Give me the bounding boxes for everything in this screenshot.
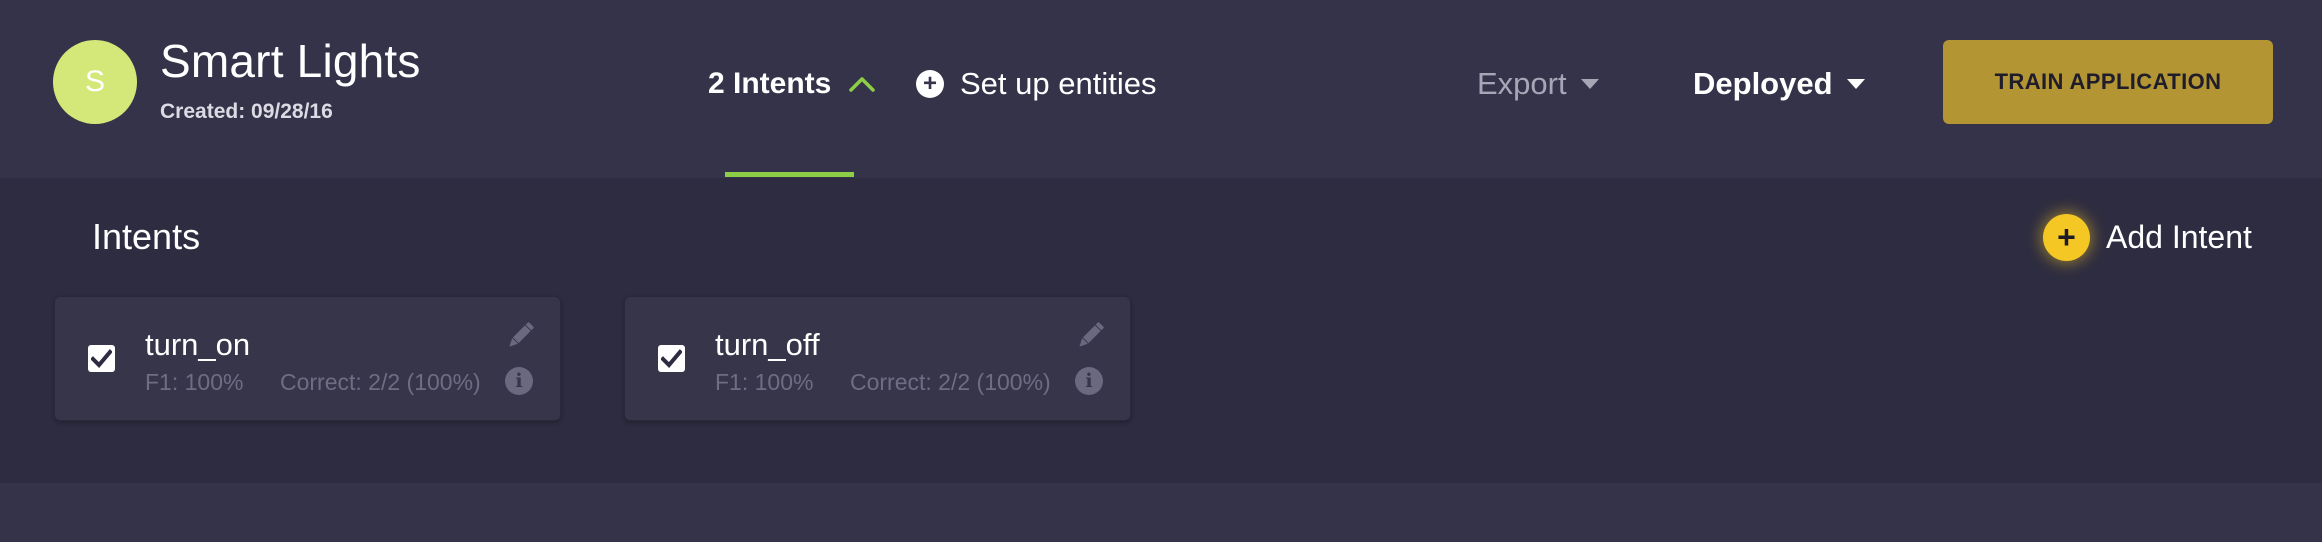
intent-checkbox[interactable] xyxy=(658,345,685,372)
export-label: Export xyxy=(1477,66,1567,101)
avatar-letter: S xyxy=(84,65,105,98)
pencil-icon[interactable] xyxy=(505,321,535,351)
train-application-button[interactable]: TRAIN APPLICATION xyxy=(1943,40,2273,124)
tab-intents-label: 2 Intents xyxy=(708,67,832,100)
intent-f1-score: F1: 100% xyxy=(145,369,244,395)
footer-band xyxy=(0,483,2322,542)
plus-circle-icon: + xyxy=(2043,213,2090,261)
avatar: S xyxy=(53,40,137,124)
section-title: Intents xyxy=(92,216,201,257)
intent-card[interactable]: turn_on F1: 100% Correct: 2/2 (100%) i xyxy=(54,296,561,421)
pencil-icon[interactable] xyxy=(1075,321,1105,351)
caret-down-icon xyxy=(1580,79,1599,89)
intent-correct-score: Correct: 2/2 (100%) xyxy=(850,369,1051,395)
deployed-dropdown[interactable]: Deployed xyxy=(1693,60,1865,108)
add-intent-button[interactable]: + Add Intent xyxy=(2043,212,2252,262)
add-intent-label: Add Intent xyxy=(2106,218,2252,255)
app-created-date: Created: 09/28/16 xyxy=(160,100,333,124)
export-dropdown[interactable]: Export xyxy=(1477,60,1599,108)
caret-down-icon xyxy=(1846,79,1865,89)
intents-panel: Intents + Add Intent turn_on F1: 100% Co… xyxy=(0,178,2322,483)
app-header: S Smart Lights Created: 09/28/16 2 Inten… xyxy=(0,0,2322,178)
plus-circle-icon: + xyxy=(916,70,944,98)
checkmark-icon xyxy=(91,349,112,368)
intent-checkbox[interactable] xyxy=(88,345,115,372)
created-label: Created: xyxy=(160,100,246,123)
intent-card[interactable]: turn_off F1: 100% Correct: 2/2 (100%) i xyxy=(624,296,1131,421)
deployed-label: Deployed xyxy=(1693,66,1833,101)
checkmark-icon xyxy=(661,349,682,368)
created-date: 09/28/16 xyxy=(251,100,333,123)
intent-f1-score: F1: 100% xyxy=(715,369,814,395)
info-icon[interactable]: i xyxy=(505,367,533,395)
chevron-up-icon xyxy=(849,77,876,92)
app-title: Smart Lights xyxy=(160,35,421,87)
setup-entities-button[interactable]: + Set up entities xyxy=(916,60,1156,108)
active-tab-indicator xyxy=(725,172,854,177)
intent-name: turn_on xyxy=(145,327,251,362)
info-icon[interactable]: i xyxy=(1075,367,1103,395)
intent-correct-score: Correct: 2/2 (100%) xyxy=(280,369,481,395)
setup-entities-label: Set up entities xyxy=(960,66,1157,101)
tab-intents[interactable]: 2 Intents xyxy=(708,60,876,108)
intent-name: turn_off xyxy=(715,327,820,362)
